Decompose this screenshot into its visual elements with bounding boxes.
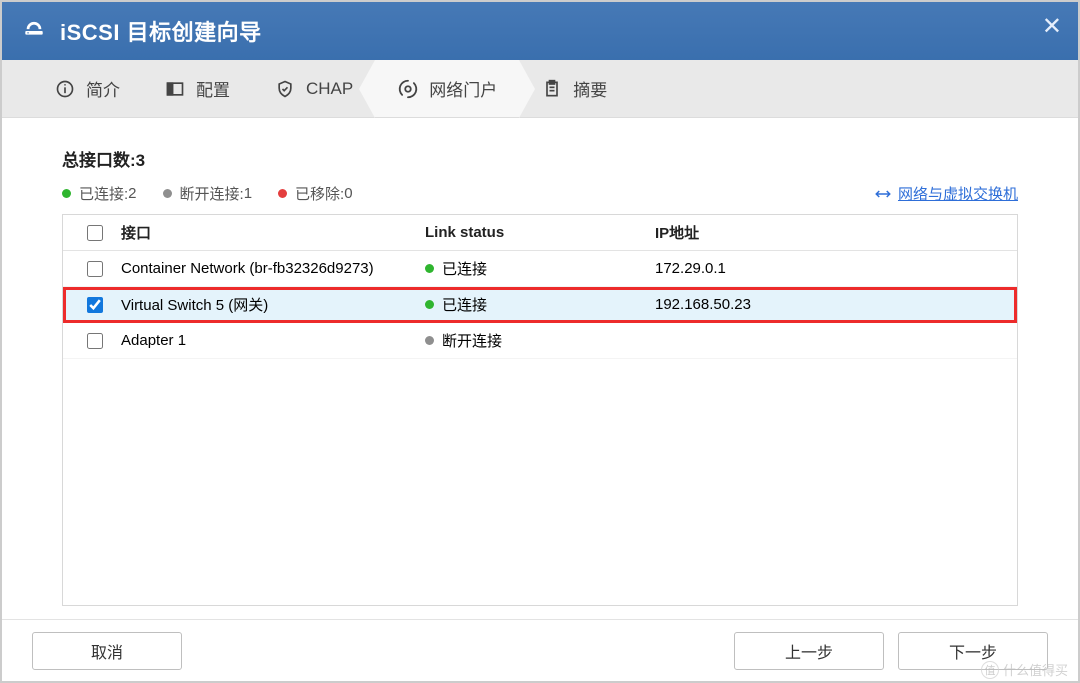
cell-link-status: 已连接 bbox=[425, 258, 655, 279]
iscsi-target-icon bbox=[20, 19, 48, 43]
step-label: CHAP bbox=[306, 79, 353, 99]
step-intro[interactable]: 简介 bbox=[32, 60, 142, 117]
step-portal[interactable]: 网络门户 bbox=[375, 60, 519, 117]
row-checkbox[interactable] bbox=[87, 333, 103, 349]
connected-label: 已连接: bbox=[79, 183, 128, 204]
table-row[interactable]: Adapter 1断开连接 bbox=[63, 323, 1017, 359]
step-label: 摘要 bbox=[573, 76, 607, 101]
content-area: 总接口数:3 已连接: 2 断开连接: 1 已移除: 0 bbox=[2, 118, 1078, 619]
step-label: 简介 bbox=[86, 76, 120, 101]
total-interfaces-label: 总接口数:3 bbox=[62, 146, 1018, 171]
total-prefix: 总接口数: bbox=[62, 151, 136, 170]
switch-link-text: 网络与虚拟交换机 bbox=[898, 183, 1018, 204]
dot-gray-icon bbox=[163, 189, 172, 198]
footer: 取消 上一步 下一步 bbox=[2, 619, 1078, 681]
connected-count: 2 bbox=[128, 185, 136, 202]
status-dot-icon bbox=[425, 336, 434, 345]
next-button[interactable]: 下一步 bbox=[898, 632, 1048, 670]
cancel-button[interactable]: 取消 bbox=[32, 632, 182, 670]
status-connected: 已连接: 2 bbox=[62, 183, 137, 204]
dot-green-icon bbox=[62, 189, 71, 198]
removed-count: 0 bbox=[344, 185, 352, 202]
window-title: iSCSI 目标创建向导 bbox=[60, 15, 262, 47]
table-header: 接口 Link status IP地址 bbox=[63, 215, 1017, 251]
clipboard-icon bbox=[541, 78, 563, 100]
network-switch-link[interactable]: 网络与虚拟交换机 bbox=[874, 183, 1018, 204]
status-dot-icon bbox=[425, 264, 434, 273]
wizard-window: iSCSI 目标创建向导 ✕ 简介 配置 CHAP 网络门户 bbox=[0, 0, 1080, 683]
step-label: 网络门户 bbox=[429, 76, 497, 101]
cell-link-status: 已连接 bbox=[425, 294, 655, 315]
interfaces-table: 接口 Link status IP地址 Container Network (b… bbox=[62, 214, 1018, 606]
step-config[interactable]: 配置 bbox=[142, 60, 252, 117]
select-all-checkbox[interactable] bbox=[87, 225, 103, 241]
removed-label: 已移除: bbox=[295, 183, 344, 204]
cell-link-status: 断开连接 bbox=[425, 330, 655, 351]
switch-icon bbox=[874, 185, 892, 203]
step-label: 配置 bbox=[196, 76, 230, 101]
status-summary: 已连接: 2 断开连接: 1 已移除: 0 网络与虚拟交换机 bbox=[62, 183, 1018, 204]
dot-red-icon bbox=[278, 189, 287, 198]
disconnected-label: 断开连接: bbox=[180, 183, 244, 204]
step-chap[interactable]: CHAP bbox=[252, 60, 375, 117]
layout-icon bbox=[164, 78, 186, 100]
header-ip[interactable]: IP地址 bbox=[655, 222, 1005, 243]
cell-ip: 172.29.0.1 bbox=[655, 260, 1005, 277]
titlebar: iSCSI 目标创建向导 ✕ bbox=[2, 2, 1078, 60]
network-portal-icon bbox=[397, 78, 419, 100]
row-checkbox[interactable] bbox=[87, 297, 103, 313]
table-body: Container Network (br-fb32326d9273)已连接17… bbox=[63, 251, 1017, 359]
status-dot-icon bbox=[425, 300, 434, 309]
header-link-status[interactable]: Link status bbox=[425, 224, 655, 241]
row-checkbox[interactable] bbox=[87, 261, 103, 277]
status-disconnected: 断开连接: 1 bbox=[163, 183, 253, 204]
cell-ip: 192.168.50.23 bbox=[655, 296, 1005, 313]
prev-button[interactable]: 上一步 bbox=[734, 632, 884, 670]
cell-interface: Virtual Switch 5 (网关) bbox=[115, 294, 425, 315]
table-row[interactable]: Container Network (br-fb32326d9273)已连接17… bbox=[63, 251, 1017, 287]
step-bar: 简介 配置 CHAP 网络门户 摘要 bbox=[2, 60, 1078, 118]
shield-icon bbox=[274, 78, 296, 100]
table-row[interactable]: Virtual Switch 5 (网关)已连接192.168.50.23 bbox=[63, 287, 1017, 323]
cell-interface: Container Network (br-fb32326d9273) bbox=[115, 260, 425, 277]
disconnected-count: 1 bbox=[244, 185, 252, 202]
step-summary[interactable]: 摘要 bbox=[519, 60, 629, 117]
header-interface[interactable]: 接口 bbox=[115, 222, 425, 243]
close-icon[interactable]: ✕ bbox=[1042, 12, 1062, 41]
total-count: 3 bbox=[136, 151, 145, 170]
info-icon bbox=[54, 78, 76, 100]
cell-interface: Adapter 1 bbox=[115, 332, 425, 349]
status-removed: 已移除: 0 bbox=[278, 183, 353, 204]
